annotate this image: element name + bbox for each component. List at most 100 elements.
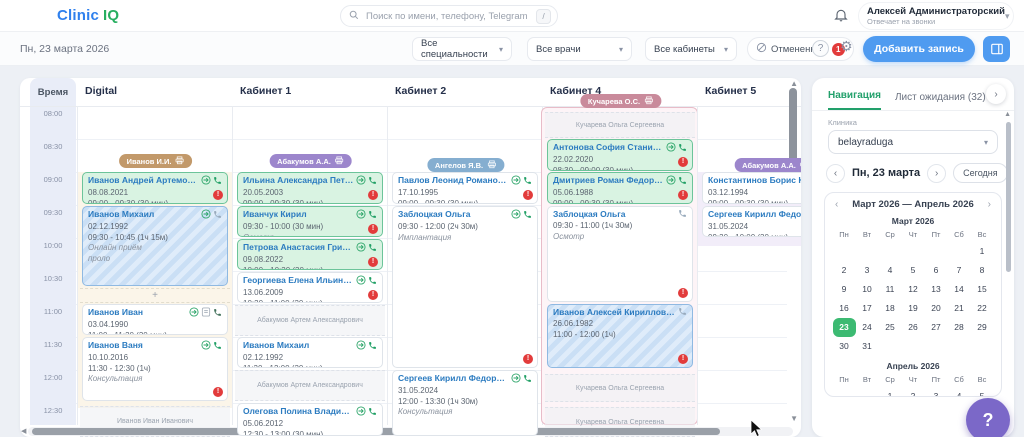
tab-waitlist[interactable]: Лист ожидания (32) [895, 92, 986, 110]
doctor-badge[interactable]: Иванов И.И. [119, 154, 193, 168]
phone-icon [368, 276, 377, 288]
day-cell[interactable]: 10 [856, 280, 879, 299]
clinic-select[interactable]: belayraduga ▾ [828, 130, 998, 154]
help-fab[interactable]: ? [966, 398, 1010, 437]
doctor-badge[interactable]: Кучарева О.С. [580, 94, 661, 108]
appointment-card[interactable]: Иванов Михаил02.12.199209:30 - 10:45 (1ч… [82, 206, 228, 286]
day-cell[interactable]: 9 [833, 280, 856, 299]
day-cell[interactable]: 26 [902, 318, 925, 337]
doctor-slot-label[interactable]: Абакумов Артем Александрович [235, 370, 385, 401]
search-input[interactable] [364, 10, 531, 23]
day-cell[interactable]: 4 [948, 387, 971, 397]
appointment-card[interactable]: Иванов Андрей Артемович08.08.202109:00 -… [82, 172, 228, 204]
add-slot-zone[interactable]: + [80, 288, 230, 303]
prev-day-button[interactable]: ‹ [826, 164, 845, 183]
day-cell[interactable]: 3 [925, 387, 948, 397]
selected-date-label: Пн, 23 марта [852, 167, 920, 179]
day-cell[interactable]: 2 [902, 387, 925, 397]
day-cell[interactable]: 5 [902, 261, 925, 280]
day-cell[interactable]: 20 [925, 299, 948, 318]
day-cell[interactable]: 1 [971, 242, 994, 261]
card-icons [201, 340, 222, 353]
today-button[interactable]: Сегодня [953, 163, 1008, 183]
day-cell[interactable]: 13 [925, 280, 948, 299]
day-cell[interactable]: 14 [948, 280, 971, 299]
day-cell[interactable]: 1 [879, 387, 902, 397]
scroll-down-icon[interactable]: ▼ [790, 414, 798, 423]
day-cell[interactable]: 16 [833, 299, 856, 318]
appointment-card[interactable]: Сергеев Кирилл Федорович31.05.202409:30 … [702, 206, 801, 237]
day-cell[interactable]: 27 [925, 318, 948, 337]
day-cell[interactable]: 18 [879, 299, 902, 318]
appointment-card[interactable]: Иванов Алексей Кириллович26.06.198211:00… [547, 304, 693, 368]
appointment-card[interactable]: Сергеев Кирилл Федорович31.05.202412:00 … [392, 370, 538, 436]
add-appointment-button[interactable]: Добавить запись [863, 36, 975, 62]
day-cell[interactable]: 30 [833, 337, 856, 356]
doctor-badge[interactable]: Абакумов А.А. [269, 154, 352, 168]
scroll-up-icon[interactable]: ▲ [790, 79, 798, 88]
appointment-card[interactable]: Иванов Ваня10.10.201611:30 - 12:30 (1ч)К… [82, 337, 228, 401]
day-cell[interactable]: 21 [948, 299, 971, 318]
appointment-card[interactable]: Заблоцкая Ольга09:30 - 12:00 (2ч 30м)Имп… [392, 206, 538, 368]
day-cell[interactable]: 28 [948, 318, 971, 337]
appointment-card[interactable]: Константинов Борис Ка03.12.199409:00 - 0… [702, 172, 801, 204]
day-cell[interactable]: 22 [971, 299, 994, 318]
day-cell[interactable]: 11 [879, 280, 902, 299]
day-cell[interactable]: 31 [856, 337, 879, 356]
cabinets-filter[interactable]: Все кабинеты ▾ [645, 37, 737, 61]
prev-month-icon[interactable]: ‹ [835, 199, 838, 210]
scroll-left-icon[interactable]: ◀ [21, 427, 26, 435]
day-cell[interactable]: 25 [879, 318, 902, 337]
notifications-bell-icon[interactable] [833, 7, 851, 25]
day-cell[interactable]: 4 [879, 261, 902, 280]
appointment-card[interactable]: Дмитриев Роман Федорович05.06.198809:00 … [547, 172, 693, 204]
doctor-badge[interactable]: Абакумов А.А. [734, 158, 801, 172]
appointment-card[interactable]: Иванов Михаил02.12.199211:30 - 12:00 (30… [237, 337, 383, 368]
specialties-filter[interactable]: Все специальности ▾ [412, 37, 512, 61]
day-cell[interactable]: 23 [833, 318, 856, 337]
day-cell[interactable]: 29 [971, 318, 994, 337]
day-cell[interactable]: 19 [902, 299, 925, 318]
sidebar-scroll-up-icon[interactable]: ▲ [1004, 111, 1011, 118]
next-month-icon[interactable]: › [988, 199, 991, 210]
appointment-card[interactable]: Антонова София Станиславовна22.02.202008… [547, 139, 693, 171]
global-search[interactable]: / [340, 5, 558, 27]
day-cell[interactable]: 2 [833, 261, 856, 280]
gear-icon[interactable]: ⚙ [840, 38, 853, 55]
user-menu[interactable]: Алексей Администраторский Отвечает на зв… [858, 2, 1014, 30]
cancelled-filter-button[interactable]: Отмененные 1 [747, 37, 854, 61]
next-day-button[interactable]: › [927, 164, 946, 183]
day-cell[interactable]: 24 [856, 318, 879, 337]
doctor-slot-label[interactable]: Кучарева Ольга Сергеевна [545, 112, 695, 138]
sidebar-scrollbar[interactable] [1006, 122, 1011, 272]
appointment-card[interactable]: Иванчук Кирил09:30 - 10:00 (30 мин)Осмот… [237, 206, 383, 237]
doctor-slot-label[interactable]: Абакумов Артем Александрович [235, 305, 385, 336]
appointment-card[interactable]: Заблоцкая Ольга09:30 - 11:00 (1ч 30м)Осм… [547, 206, 693, 302]
appointment-card[interactable]: Олегова Полина Владимировна05.06.201212:… [237, 403, 383, 436]
appointment-card[interactable]: Ильина Александра Петровна20.05.200309:0… [237, 172, 383, 204]
day-cell[interactable]: 17 [856, 299, 879, 318]
doctors-filter[interactable]: Все врачи ▾ [527, 37, 632, 61]
day-cell[interactable]: 12 [902, 280, 925, 299]
appointment-card[interactable]: Петрова Анастасия Григорьевна09.08.20221… [237, 239, 383, 270]
appointment-card[interactable]: Павлов Леонид Романович17.10.199509:00 -… [392, 172, 538, 204]
appointment-card[interactable]: Георгиева Елена Ильинична13.06.200910:30… [237, 272, 383, 303]
day-cell[interactable]: 3 [856, 261, 879, 280]
appointment-card[interactable]: Иванов Иван03.04.199011:00 - 11:30 (30 м… [82, 304, 228, 335]
schedule-grid: DigitalИванов Иван Иванович+Иванов Андре… [20, 78, 801, 437]
doctor-badge[interactable]: Ангелов Я.В. [427, 158, 504, 172]
dial-icon [511, 209, 521, 222]
toggle-side-panel-button[interactable] [983, 36, 1010, 62]
day-cell[interactable]: 5 [971, 387, 994, 397]
empty-day-cell [948, 337, 971, 356]
day-cell[interactable]: 6 [925, 261, 948, 280]
doctor-slot-label[interactable]: Кучарева Ольга Сергеевна [545, 374, 695, 402]
help-icon[interactable]: ? [812, 40, 829, 57]
phone-icon [368, 407, 377, 419]
schedule-column: Кабинет 1Абакумов Артем АлександровичАба… [235, 78, 386, 425]
tab-navigation[interactable]: Навигация [828, 90, 881, 110]
collapse-sidebar-button[interactable]: › [986, 84, 1006, 104]
day-cell[interactable]: 8 [971, 261, 994, 280]
day-cell[interactable]: 7 [948, 261, 971, 280]
day-cell[interactable]: 15 [971, 280, 994, 299]
